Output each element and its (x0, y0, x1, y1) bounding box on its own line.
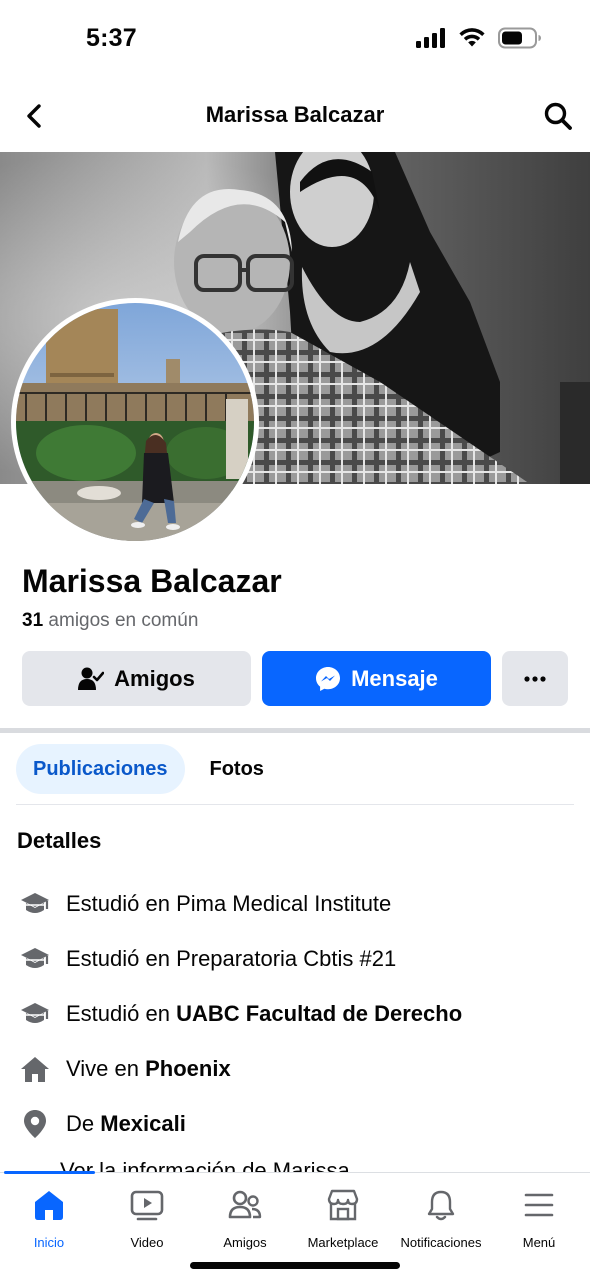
home-icon (30, 1187, 68, 1223)
detail-link-school[interactable]: UABC Facultad de Derecho (176, 1001, 462, 1027)
tab-notificaciones[interactable]: Notificaciones (392, 1187, 490, 1250)
detail-item: Vive en Phoenix (20, 1041, 580, 1096)
details-heading: Detalles (17, 828, 102, 853)
tabs-divider (16, 804, 574, 805)
detail-item: Estudió en Pima Medical Institute (20, 876, 580, 931)
graduation-cap-icon (20, 944, 50, 974)
wifi-icon (459, 28, 485, 47)
tab-label: Marketplace (307, 1235, 379, 1250)
graduation-cap-icon (20, 889, 50, 919)
tab-video[interactable]: Video (98, 1187, 196, 1250)
message-button-label: Mensaje (351, 665, 438, 691)
graduation-cap-icon (20, 999, 50, 1029)
tab-label: Amigos (223, 1235, 267, 1250)
cellular-signal-icon (416, 28, 445, 48)
location-pin-icon (20, 1109, 50, 1139)
mutual-friends[interactable]: 31 amigos en común (22, 610, 198, 632)
mutual-friends-count: 31 (22, 610, 44, 631)
friends-button-label: Amigos (114, 665, 195, 691)
detail-text: Vive en (66, 1055, 146, 1081)
menu-icon (520, 1187, 558, 1223)
marketplace-icon (324, 1187, 362, 1223)
tab-menu[interactable]: Menú (490, 1187, 588, 1250)
tab-amigos[interactable]: Amigos (196, 1187, 294, 1250)
profile-tabs: Publicaciones Fotos (16, 744, 281, 794)
tab-publicaciones[interactable]: Publicaciones (16, 744, 185, 794)
status-bar: 5:37 (0, 0, 590, 80)
bell-icon (422, 1187, 460, 1223)
tab-fotos[interactable]: Fotos (193, 744, 281, 794)
battery-icon (498, 27, 541, 49)
detail-text: Estudió en Pima Medical Institute (66, 890, 392, 916)
profile-name: Marissa Balcazar (22, 563, 282, 599)
top-navigation-bar: Marissa Balcazar (0, 84, 590, 150)
detail-link-hometown[interactable]: Mexicali (100, 1111, 186, 1137)
section-divider (0, 728, 590, 733)
more-options-button[interactable] (502, 651, 568, 706)
detail-link-city[interactable]: Phoenix (145, 1056, 231, 1082)
tab-label: Menú (522, 1235, 556, 1250)
friend-check-icon (78, 667, 105, 690)
profile-picture-image (16, 303, 254, 541)
friends-icon (226, 1187, 264, 1223)
detail-item: Estudió en UABC Facultad de Derecho (20, 986, 580, 1041)
profile-picture[interactable] (11, 298, 259, 546)
page-title: Marissa Balcazar (205, 102, 385, 127)
status-icons (416, 27, 542, 49)
profile-actions: Amigos Mensaje (22, 651, 568, 706)
detail-text: Estudió en (66, 1000, 177, 1026)
detail-text: De (66, 1110, 101, 1136)
status-time: 5:37 (86, 24, 137, 52)
active-tab-indicator (4, 1171, 95, 1174)
more-dots-icon (524, 675, 546, 682)
messenger-icon (316, 666, 341, 691)
detail-item: Estudió en Preparatoria Cbtis #21 (20, 931, 580, 986)
tab-label: Notificaciones (400, 1235, 482, 1250)
friends-button[interactable]: Amigos (22, 651, 251, 706)
house-icon (20, 1054, 50, 1084)
details-list: Estudió en Pima Medical Institute Estudi… (20, 876, 580, 1151)
home-indicator[interactable] (190, 1262, 400, 1269)
search-icon (544, 102, 572, 130)
tab-inicio[interactable]: Inicio (0, 1187, 98, 1250)
detail-text: Estudió en Preparatoria Cbtis #21 (66, 945, 397, 971)
detail-item: De Mexicali (20, 1096, 580, 1151)
video-icon (128, 1187, 166, 1223)
tab-label: Video (130, 1235, 164, 1250)
message-button[interactable]: Mensaje (262, 651, 491, 706)
tab-label: Inicio (33, 1235, 65, 1250)
tab-marketplace[interactable]: Marketplace (294, 1187, 392, 1250)
mutual-friends-label: amigos en común (48, 610, 199, 631)
search-button[interactable] (540, 98, 576, 134)
